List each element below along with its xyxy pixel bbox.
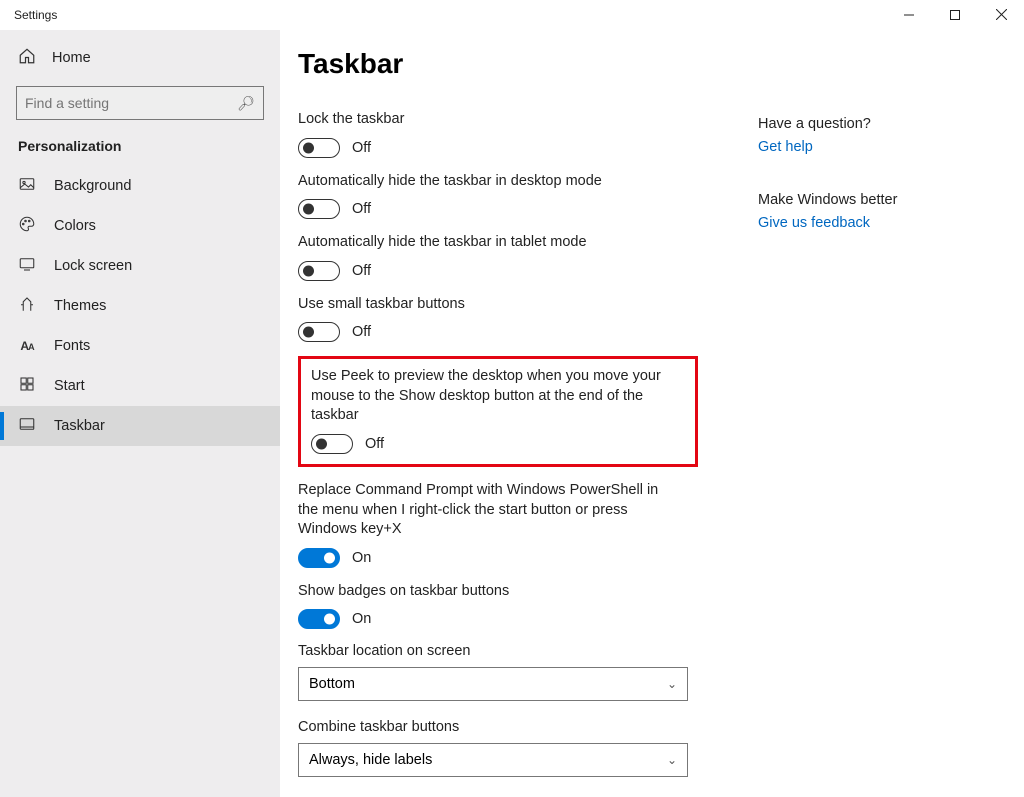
feedback-link[interactable]: Give us feedback [758,215,870,231]
window-controls [886,0,1024,30]
setting-combine: Combine taskbar buttons Always, hide lab… [298,719,698,777]
toggle-state: Off [352,263,371,279]
home-label: Home [52,50,91,66]
maximize-button[interactable] [932,0,978,30]
get-help-link[interactable]: Get help [758,139,813,155]
setting-label: Taskbar location on screen [298,643,698,659]
search-box[interactable]: 🔍︎ [16,86,264,120]
select-value: Always, hide labels [309,752,432,768]
sidebar-item-taskbar[interactable]: Taskbar [0,406,280,446]
setting-autohide-tablet: Automatically hide the taskbar in tablet… [298,233,698,281]
page-title: Taskbar [298,48,984,80]
sidebar-item-themes[interactable]: Themes [0,286,280,326]
minimize-button[interactable] [886,0,932,30]
setting-badges: Show badges on taskbar buttons On [298,582,698,630]
window-title: Settings [0,8,886,22]
select-taskbar-location[interactable]: Bottom ⌄ [298,667,688,701]
sidebar-item-background[interactable]: Background [0,166,280,206]
setting-label: Show badges on taskbar buttons [298,582,678,602]
toggle-powershell[interactable] [298,548,340,568]
select-value: Bottom [309,676,355,692]
section-title: Personalization [0,132,280,166]
sidebar-item-fonts[interactable]: AA Fonts [0,326,280,366]
setting-label: Replace Command Prompt with Windows Powe… [298,481,678,540]
toggle-state: Off [352,201,371,217]
toggle-small-buttons[interactable] [298,322,340,342]
setting-label: Combine taskbar buttons [298,719,698,735]
toggle-badges[interactable] [298,609,340,629]
chevron-down-icon: ⌄ [667,677,677,691]
search-input[interactable] [25,95,237,111]
toggle-state: On [352,611,371,627]
taskbar-icon [18,415,36,437]
setting-label: Use Peek to preview the desktop when you… [311,367,685,426]
setting-peek: Use Peek to preview the desktop when you… [311,367,685,454]
fonts-icon: AA [18,339,36,353]
sidebar-item-label: Lock screen [54,258,132,274]
toggle-peek[interactable] [311,434,353,454]
sidebar-item-label: Fonts [54,338,90,354]
palette-icon [18,215,36,237]
better-heading: Make Windows better [758,192,978,208]
setting-autohide-desktop: Automatically hide the taskbar in deskto… [298,172,698,220]
sidebar-item-label: Start [54,378,85,394]
start-icon [18,375,36,397]
toggle-state: Off [365,436,384,452]
toggle-autohide-tablet[interactable] [298,261,340,281]
chevron-down-icon: ⌄ [667,753,677,767]
toggle-autohide-desktop[interactable] [298,199,340,219]
highlight-peek: Use Peek to preview the desktop when you… [298,356,698,467]
setting-label: Automatically hide the taskbar in deskto… [298,172,678,192]
sidebar-item-start[interactable]: Start [0,366,280,406]
close-button[interactable] [978,0,1024,30]
setting-lock-taskbar: Lock the taskbar Off [298,110,698,158]
title-bar: Settings [0,0,1024,30]
sidebar-item-colors[interactable]: Colors [0,206,280,246]
sidebar-item-label: Colors [54,218,96,234]
toggle-lock-taskbar[interactable] [298,138,340,158]
setting-location: Taskbar location on screen Bottom ⌄ [298,643,698,701]
image-icon [18,175,36,197]
home-icon [18,47,36,69]
toggle-state: On [352,550,371,566]
sidebar-item-label: Themes [54,298,106,314]
themes-icon [18,295,36,317]
setting-label: Lock the taskbar [298,110,678,130]
setting-label: Automatically hide the taskbar in tablet… [298,233,678,253]
main-content: Taskbar Lock the taskbar Off Automatical… [280,30,1024,797]
setting-label: Use small taskbar buttons [298,295,678,315]
sidebar-item-label: Taskbar [54,418,105,434]
right-panel: Have a question? Get help Make Windows b… [758,110,978,797]
sidebar-item-lock-screen[interactable]: Lock screen [0,246,280,286]
setting-small-buttons: Use small taskbar buttons Off [298,295,698,343]
setting-powershell: Replace Command Prompt with Windows Powe… [298,481,698,568]
home-nav[interactable]: Home [0,38,280,78]
select-combine-buttons[interactable]: Always, hide labels ⌄ [298,743,688,777]
sidebar-item-label: Background [54,178,131,194]
search-icon: 🔍︎ [237,95,255,112]
question-heading: Have a question? [758,116,978,132]
sidebar: Home 🔍︎ Personalization Background Color… [0,30,280,797]
lock-screen-icon [18,255,36,277]
toggle-state: Off [352,324,371,340]
toggle-state: Off [352,140,371,156]
